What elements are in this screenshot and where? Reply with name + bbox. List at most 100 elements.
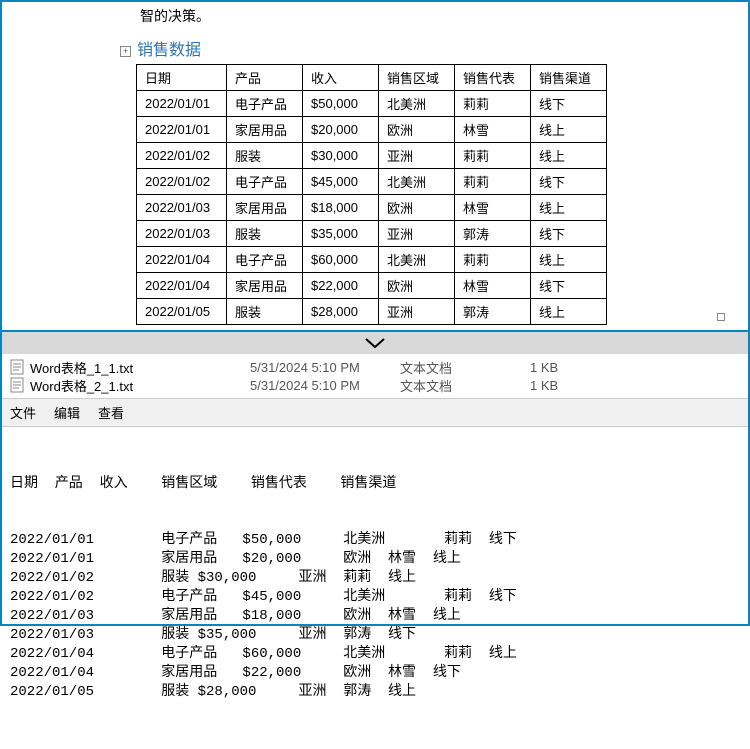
table-cell: 亚洲 (379, 221, 455, 247)
col-header-region: 销售区域 (379, 65, 455, 91)
table-cell: $22,000 (303, 273, 379, 299)
table-resize-handle-icon[interactable] (717, 313, 725, 321)
table-cell: 莉莉 (455, 91, 531, 117)
table-cell: 莉莉 (455, 143, 531, 169)
table-row[interactable]: 2022/01/01电子产品$50,000北美洲莉莉线下 (137, 91, 607, 117)
bottom-pane: Word表格_1_1.txt 5/31/2024 5:10 PM 文本文档 1 … (0, 354, 750, 626)
table-cell: $28,000 (303, 299, 379, 325)
table-cell: 线下 (531, 273, 607, 299)
table-row[interactable]: 2022/01/03家居用品$18,000欧洲林雪线上 (137, 195, 607, 221)
file-row[interactable]: Word表格_2_1.txt 5/31/2024 5:10 PM 文本文档 1 … (2, 376, 748, 394)
table-cell: 线下 (531, 91, 607, 117)
menu-edit[interactable]: 编辑 (54, 403, 80, 422)
chevron-down-icon (363, 336, 387, 350)
table-cell: 2022/01/01 (137, 91, 227, 117)
file-size: 1 KB (530, 378, 610, 393)
table-cell: 亚洲 (379, 143, 455, 169)
file-type: 文本文档 (400, 358, 530, 377)
table-row[interactable]: 2022/01/03服装$35,000亚洲郭涛线下 (137, 221, 607, 247)
table-cell: 电子产品 (227, 247, 303, 273)
file-size: 1 KB (530, 360, 610, 375)
notepad-menu-bar: 文件 编辑 查看 (2, 398, 748, 427)
table-cell: 欧洲 (379, 273, 455, 299)
table-cell: 欧洲 (379, 195, 455, 221)
table-cell: 线上 (531, 143, 607, 169)
sales-table[interactable]: 日期 产品 收入 销售区域 销售代表 销售渠道 2022/01/01电子产品$5… (136, 64, 607, 325)
text-line: 2022/01/01 电子产品 $50,000 北美洲 莉莉 线下 (10, 531, 740, 550)
text-line: 2022/01/01 家居用品 $20,000 欧洲 林雪 线上 (10, 550, 740, 569)
menu-file[interactable]: 文件 (10, 403, 36, 422)
file-date: 5/31/2024 5:10 PM (250, 360, 400, 375)
table-cell: $35,000 (303, 221, 379, 247)
table-cell: $50,000 (303, 91, 379, 117)
table-cell: $45,000 (303, 169, 379, 195)
table-cell: 林雪 (455, 117, 531, 143)
table-cell: 服装 (227, 143, 303, 169)
table-cell: 线上 (531, 117, 607, 143)
text-line: 2022/01/02 服装 $30,000 亚洲 莉莉 线上 (10, 569, 740, 588)
col-header-rep: 销售代表 (455, 65, 531, 91)
file-type: 文本文档 (400, 376, 530, 395)
table-cell: 2022/01/03 (137, 195, 227, 221)
table-cell: 2022/01/03 (137, 221, 227, 247)
table-cell: 2022/01/04 (137, 247, 227, 273)
file-name: Word表格_2_1.txt (30, 376, 250, 395)
file-row[interactable]: Word表格_1_1.txt 5/31/2024 5:10 PM 文本文档 1 … (2, 358, 748, 376)
table-cell: 线下 (531, 221, 607, 247)
word-document-pane: 智的决策。 + 销售数据 日期 产品 收入 销售区域 销售代表 销售渠道 202… (0, 0, 750, 332)
text-file-icon (10, 359, 24, 375)
text-line: 2022/01/02 电子产品 $45,000 北美洲 莉莉 线下 (10, 588, 740, 607)
table-cell: 郭涛 (455, 221, 531, 247)
table-cell: 家居用品 (227, 195, 303, 221)
table-cell: 北美洲 (379, 247, 455, 273)
table-cell: 线上 (531, 299, 607, 325)
col-header-revenue: 收入 (303, 65, 379, 91)
table-cell: $20,000 (303, 117, 379, 143)
table-row[interactable]: 2022/01/05服装$28,000亚洲郭涛线上 (137, 299, 607, 325)
text-line: 2022/01/05 服装 $28,000 亚洲 郭涛 线上 (10, 683, 740, 702)
table-cell: 北美洲 (379, 91, 455, 117)
table-row[interactable]: 2022/01/04电子产品$60,000北美洲莉莉线上 (137, 247, 607, 273)
table-cell: 线下 (531, 169, 607, 195)
table-cell: $18,000 (303, 195, 379, 221)
document-page[interactable]: 智的决策。 + 销售数据 日期 产品 收入 销售区域 销售代表 销售渠道 202… (20, 6, 730, 326)
text-file-icon (10, 377, 24, 393)
table-cell: 服装 (227, 221, 303, 247)
col-header-date: 日期 (137, 65, 227, 91)
pane-divider[interactable] (0, 332, 750, 354)
table-row[interactable]: 2022/01/02服装$30,000亚洲莉莉线上 (137, 143, 607, 169)
table-header-row: 日期 产品 收入 销售区域 销售代表 销售渠道 (137, 65, 607, 91)
file-name: Word表格_1_1.txt (30, 358, 250, 377)
table-cell: 莉莉 (455, 247, 531, 273)
table-cell: 2022/01/02 (137, 143, 227, 169)
table-cell: 莉莉 (455, 169, 531, 195)
menu-view[interactable]: 查看 (98, 403, 124, 422)
table-cell: 亚洲 (379, 299, 455, 325)
text-line: 2022/01/03 家居用品 $18,000 欧洲 林雪 线上 (10, 607, 740, 626)
col-header-channel: 销售渠道 (531, 65, 607, 91)
table-cell: 家居用品 (227, 117, 303, 143)
table-cell: 2022/01/04 (137, 273, 227, 299)
table-cell: 2022/01/02 (137, 169, 227, 195)
text-line: 2022/01/03 服装 $35,000 亚洲 郭涛 线下 (10, 626, 740, 645)
table-cell: 线上 (531, 247, 607, 273)
notepad-text-area[interactable]: 日期 产品 收入 销售区域 销售代表 销售渠道 2022/01/01 电子产品 … (2, 427, 748, 749)
text-line: 2022/01/04 电子产品 $60,000 北美洲 莉莉 线上 (10, 645, 740, 664)
table-cell: 北美洲 (379, 169, 455, 195)
table-row[interactable]: 2022/01/04家居用品$22,000欧洲林雪线下 (137, 273, 607, 299)
file-list[interactable]: Word表格_1_1.txt 5/31/2024 5:10 PM 文本文档 1 … (2, 354, 748, 398)
table-cell: 林雪 (455, 273, 531, 299)
table-cell: 林雪 (455, 195, 531, 221)
table-cell: 郭涛 (455, 299, 531, 325)
table-cell: 线上 (531, 195, 607, 221)
text-line: 2022/01/04 家居用品 $22,000 欧洲 林雪 线下 (10, 664, 740, 683)
collapse-plus-icon[interactable]: + (120, 46, 131, 57)
table-row[interactable]: 2022/01/02电子产品$45,000北美洲莉莉线下 (137, 169, 607, 195)
table-cell: 服装 (227, 299, 303, 325)
table-cell: 欧洲 (379, 117, 455, 143)
table-cell: $30,000 (303, 143, 379, 169)
table-cell: 电子产品 (227, 169, 303, 195)
table-cell: 电子产品 (227, 91, 303, 117)
paragraph-text: 智的决策。 (140, 6, 720, 26)
table-row[interactable]: 2022/01/01家居用品$20,000欧洲林雪线上 (137, 117, 607, 143)
